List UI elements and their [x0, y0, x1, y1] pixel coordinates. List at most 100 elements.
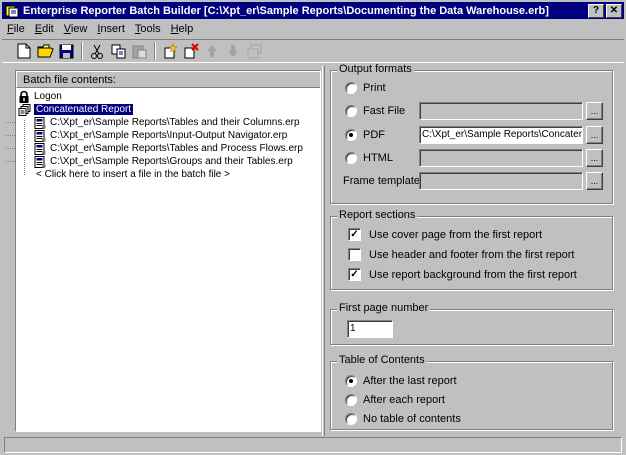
print-radio[interactable] [345, 82, 357, 94]
cover-page-checkbox[interactable]: ✓ [348, 228, 361, 241]
frame-template-label: Frame template [343, 175, 421, 187]
open-file-button[interactable] [35, 41, 55, 61]
app-icon [5, 4, 19, 18]
first-page-number-legend: First page number [337, 302, 431, 314]
menu-help[interactable]: Help [166, 23, 199, 35]
toc-after-last-radio[interactable] [345, 375, 357, 387]
cover-page-option[interactable]: ✓ Use cover page from the first report [348, 228, 542, 241]
pane-splitter[interactable] [322, 66, 325, 436]
html-radio[interactable] [345, 152, 357, 164]
menu-file-hotkey: F [7, 22, 14, 35]
pdf-radio[interactable] [345, 129, 357, 141]
radio-selected-dot [349, 379, 353, 383]
menu-tools[interactable]: Tools [130, 23, 166, 35]
menu-tools-label: ools [140, 22, 161, 35]
paste-button[interactable] [129, 41, 149, 61]
properties-icon [247, 44, 261, 58]
scissors-icon [91, 44, 103, 59]
paste-clipboard-icon [132, 45, 146, 58]
new-file-icon [17, 43, 31, 59]
html-option[interactable]: HTML [345, 152, 393, 164]
report-file-icon [34, 129, 47, 142]
title-bar[interactable]: Enterprise Reporter Batch Builder [C:\Xp… [2, 2, 624, 19]
toc-none-label: No table of contents [363, 413, 461, 425]
toc-none-option[interactable]: No table of contents [345, 413, 461, 425]
toolbar [2, 39, 624, 63]
html-browse-button[interactable]: ... [586, 149, 603, 167]
remove-file-icon [184, 43, 199, 59]
fastfile-option[interactable]: Fast File [345, 105, 405, 117]
menu-file[interactable]: File [2, 23, 30, 35]
toc-none-radio[interactable] [345, 413, 357, 425]
properties-button[interactable] [244, 41, 264, 61]
header-footer-checkbox[interactable] [348, 248, 361, 261]
report-background-checkbox[interactable]: ✓ [348, 268, 361, 281]
tree-item-label: Logon [34, 91, 62, 102]
tree-item-report-file[interactable]: C:\Xpt_er\Sample Reports\Input-Output Na… [6, 129, 320, 142]
html-label: HTML [363, 152, 393, 164]
tree-item-label: C:\Xpt_er\Sample Reports\Tables and thei… [50, 117, 300, 128]
frame-template-field[interactable] [419, 172, 583, 190]
new-file-button[interactable] [14, 41, 34, 61]
cut-button[interactable] [87, 41, 107, 61]
menu-edit-hotkey: E [34, 22, 43, 35]
move-up-button[interactable] [202, 41, 222, 61]
close-title-button[interactable]: ✕ [606, 3, 622, 18]
menu-view-label: iew [70, 22, 88, 35]
header-footer-label: Use header and footer from the first rep… [369, 248, 575, 261]
toc-after-last-label: After the last report [363, 375, 457, 387]
tree-item-report-file[interactable]: C:\Xpt_er\Sample Reports\Tables and Proc… [6, 142, 320, 155]
fastfile-label: Fast File [363, 105, 406, 117]
toc-after-last-option[interactable]: After the last report [345, 375, 457, 387]
tree-item-label: C:\Xpt_er\Sample Reports\Tables and Proc… [50, 143, 303, 154]
save-file-button[interactable] [56, 41, 76, 61]
tree-item-report-file[interactable]: C:\Xpt_er\Sample Reports\Tables and thei… [6, 116, 320, 129]
batch-builder-window: Enterprise Reporter Batch Builder [C:\Xp… [0, 0, 626, 455]
fastfile-radio[interactable] [345, 105, 357, 117]
report-file-icon [34, 155, 47, 168]
menu-bar: File Edit View Insert Tools Help [2, 20, 198, 37]
cover-page-label: Use cover page from the first report [369, 228, 543, 241]
menu-insert-label: nsert [100, 22, 125, 35]
remove-file-button[interactable] [181, 41, 201, 61]
html-path-field[interactable] [419, 149, 583, 167]
help-title-button[interactable]: ? [588, 3, 604, 18]
fastfile-browse-button[interactable]: ... [586, 102, 603, 120]
header-footer-option[interactable]: Use header and footer from the first rep… [348, 248, 574, 261]
first-page-number-group: First page number 1 [330, 302, 613, 345]
menu-help-label: elp [178, 22, 194, 35]
toc-after-each-radio[interactable] [345, 394, 357, 406]
report-sections-legend: Report sections [337, 209, 418, 221]
menu-edit[interactable]: Edit [30, 23, 59, 35]
insert-file-icon [164, 43, 178, 59]
fastfile-path-field[interactable] [419, 102, 583, 120]
copy-button[interactable] [108, 41, 128, 61]
tree-guide-line [6, 148, 15, 149]
report-background-option[interactable]: ✓ Use report background from the first r… [348, 268, 577, 281]
insert-file-button[interactable] [160, 41, 180, 61]
save-disk-icon [59, 44, 73, 58]
tree-item-report-file[interactable]: C:\Xpt_er\Sample Reports\Groups and thei… [6, 155, 320, 168]
print-label: Print [363, 82, 386, 94]
toc-after-each-option[interactable]: After each report [345, 394, 445, 406]
toc-after-each-label: After each report [363, 394, 445, 406]
menu-insert[interactable]: Insert [92, 23, 130, 35]
table-of-contents-group: Table of Contents After the last report … [330, 354, 613, 430]
tree-item-logon[interactable]: Logon [16, 90, 320, 103]
pdf-path-field[interactable]: C:\Xpt_er\Sample Reports\Concaten [419, 126, 583, 144]
print-option[interactable]: Print [345, 82, 386, 94]
concatenated-report-icon [18, 103, 31, 116]
insert-file-hint[interactable]: < Click here to insert a file in the bat… [16, 168, 320, 181]
tree-item-label: Concatenated Report [34, 104, 134, 115]
toolbar-separator [81, 42, 83, 60]
first-page-number-field[interactable]: 1 [347, 320, 393, 338]
lock-icon [18, 90, 31, 103]
pdf-browse-button[interactable]: ... [586, 126, 603, 144]
move-down-button[interactable] [223, 41, 243, 61]
table-of-contents-legend: Table of Contents [337, 354, 427, 366]
tree-item-concatenated-report[interactable]: Concatenated Report [16, 103, 320, 116]
pdf-option[interactable]: PDF [345, 129, 385, 141]
frame-template-browse-button[interactable]: ... [586, 172, 603, 190]
menu-view[interactable]: View [59, 23, 93, 35]
tree-item-label: C:\Xpt_er\Sample Reports\Groups and thei… [50, 156, 293, 167]
